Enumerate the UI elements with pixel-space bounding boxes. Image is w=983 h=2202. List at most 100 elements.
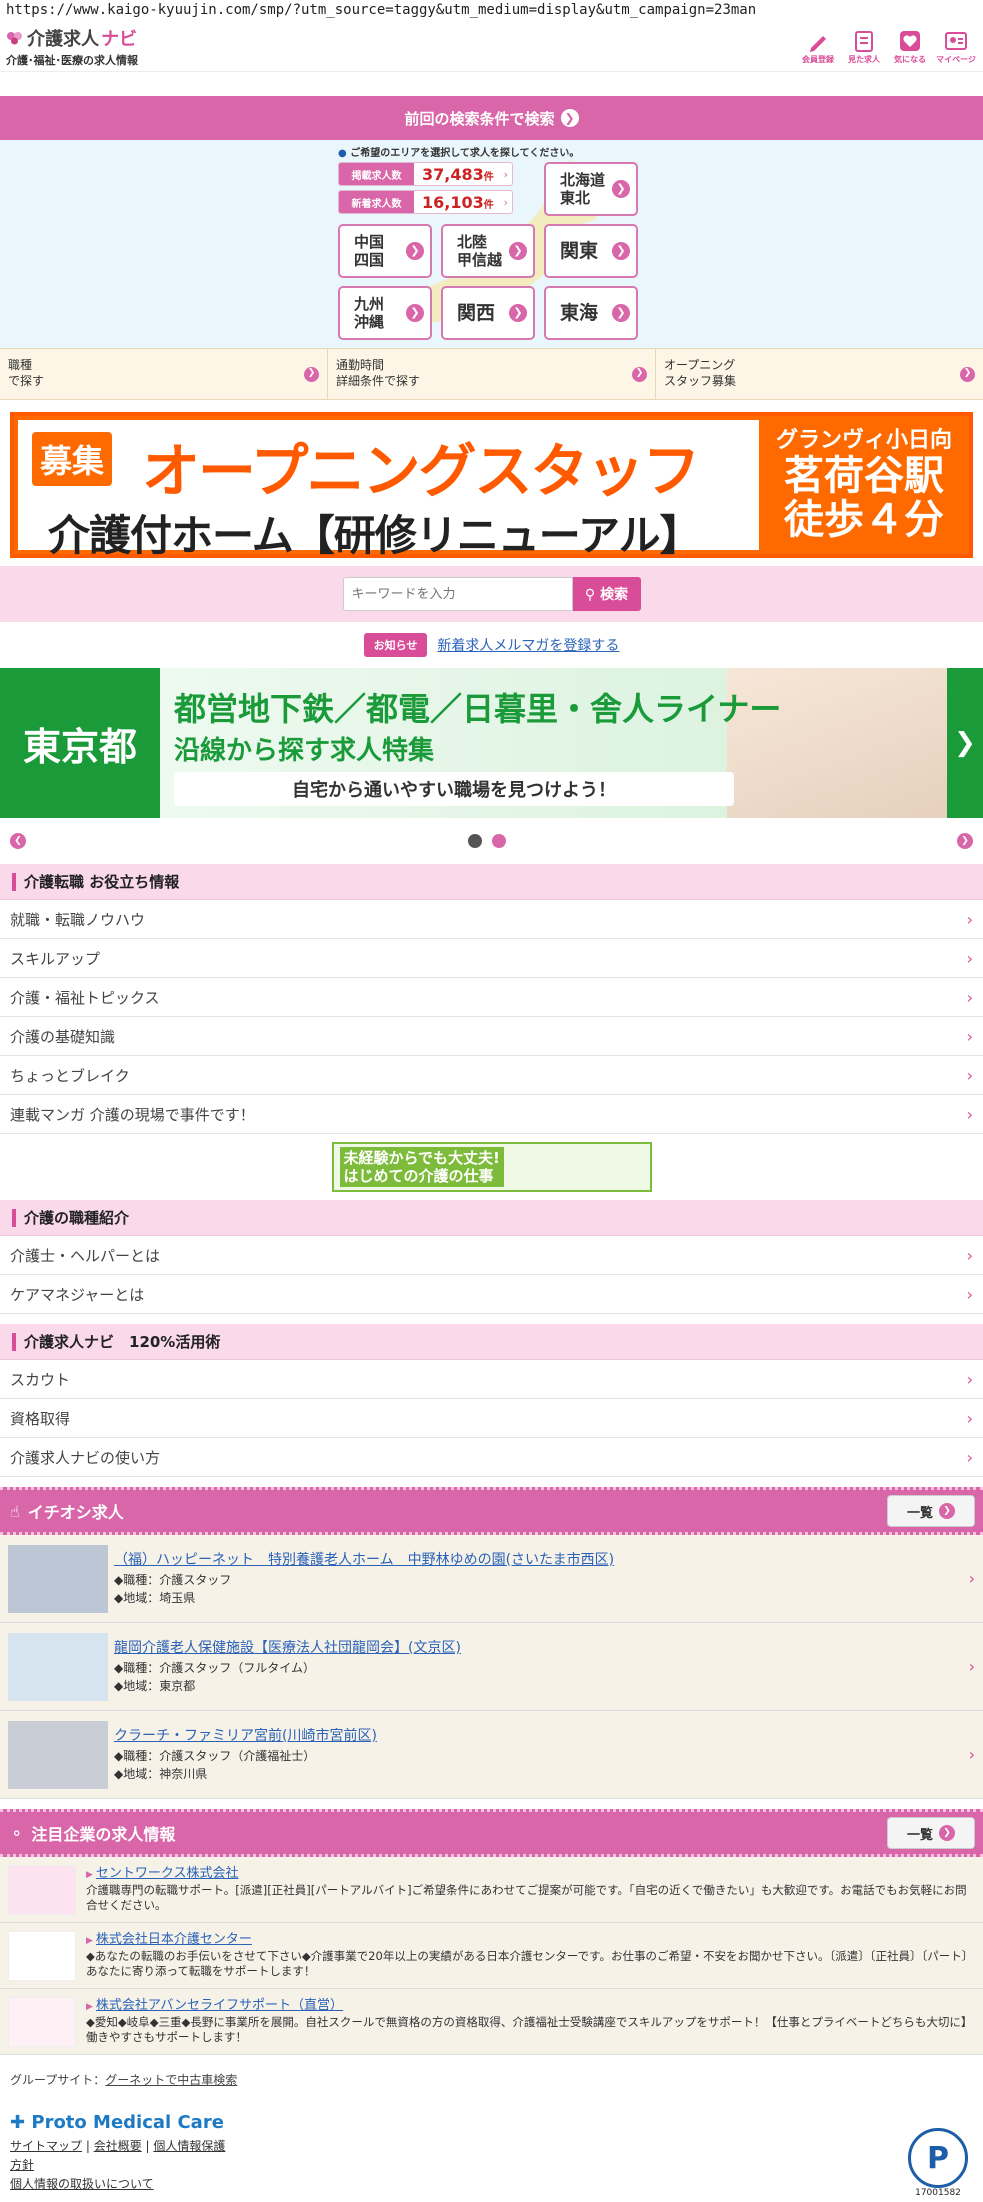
nav-history[interactable]: 見た求人 bbox=[843, 28, 885, 65]
list-item-label: 就職・転職ノウハウ bbox=[10, 910, 146, 929]
search-by-commute[interactable]: 通勤時間 詳細条件で探す ❯ bbox=[328, 349, 656, 399]
total-count[interactable]: 掲載求人数 37,483件 › bbox=[338, 162, 513, 186]
opening-staff-banner[interactable]: 募集 オープニングスタッフ 介護付ホーム【研修リニューアル】 グランヴィ小日向 … bbox=[10, 412, 973, 560]
nav-register[interactable]: 会員登録 bbox=[797, 28, 839, 65]
footer-link-privacy[interactable]: 個人情報保護 bbox=[153, 2139, 225, 2153]
list-item[interactable]: 介護士・ヘルパーとは › bbox=[0, 1236, 983, 1275]
new-count-unit: 件 bbox=[483, 199, 494, 211]
region-chugoku-shikoku[interactable]: 中国 四国 ❯ bbox=[338, 224, 432, 278]
footer-link-personal-info[interactable]: 個人情報の取扱いについて bbox=[10, 2177, 154, 2191]
lightbulb-icon: ⚬ bbox=[10, 1823, 24, 1843]
list-item[interactable]: 介護求人ナビの使い方 › bbox=[0, 1438, 983, 1477]
region-label: 関西 bbox=[457, 301, 496, 324]
chevron-right-icon: ❯ bbox=[960, 366, 975, 382]
list-item-label: スカウト bbox=[10, 1370, 71, 1389]
company-item[interactable]: 株式会社日本介護センター ◆あなたの転職のお手伝いをさせて下さい◆介護事業で20… bbox=[0, 1923, 983, 1989]
keyword-search: ⚲ 検索 bbox=[0, 566, 983, 622]
company-logo bbox=[8, 1931, 76, 1981]
job-counts: 掲載求人数 37,483件 › 新着求人数 16,103件 › bbox=[338, 162, 513, 218]
chevron-right-icon: › bbox=[966, 1408, 973, 1428]
search-by-jobtype[interactable]: 職種 で探す ❯ bbox=[0, 349, 328, 399]
search-opening-staff[interactable]: オープニング スタッフ募集 ❯ bbox=[656, 349, 983, 399]
previous-search-button[interactable]: 前回の検索条件で検索 ❯ bbox=[0, 96, 983, 140]
job-area: ◆地域：神奈川県 bbox=[114, 1766, 208, 1781]
featured-job[interactable]: クラーチ・ファミリア宮前(川崎市宮前区) ◆職種：介護スタッフ（介護福祉士） ◆… bbox=[0, 1711, 983, 1799]
footer-link-policy[interactable]: 方針 bbox=[10, 2158, 34, 2172]
region-hokkaido-tohoku[interactable]: 北海道 東北 ❯ bbox=[544, 162, 638, 216]
more-label: 一覧 bbox=[906, 1505, 933, 1521]
notice-badge: お知らせ bbox=[363, 633, 428, 657]
footer-link-sitemap[interactable]: サイトマップ bbox=[10, 2139, 82, 2153]
featured-job[interactable]: 龍岡介護老人保健施設【医療法人社団龍岡会】(文京区) ◆職種：介護スタッフ（フル… bbox=[0, 1623, 983, 1711]
carousel-prev-icon[interactable]: ❮ bbox=[10, 833, 26, 849]
list-item[interactable]: 介護・福祉トピックス › bbox=[0, 978, 983, 1017]
job-title[interactable]: クラーチ・ファミリア宮前(川崎市宮前区) bbox=[114, 1726, 963, 1746]
job-title[interactable]: 龍岡介護老人保健施設【医療法人社団龍岡会】(文京区) bbox=[114, 1638, 963, 1658]
chevron-right-icon: ❯ bbox=[509, 304, 527, 322]
site-logo[interactable]: 介護求人 ナビ 介護･福祉･医療の求人情報 bbox=[6, 25, 138, 68]
list-item-label: 連載マンガ 介護の現場で事件です！ bbox=[10, 1105, 255, 1124]
new-count[interactable]: 新着求人数 16,103件 › bbox=[338, 190, 513, 214]
list-item[interactable]: 介護の基礎知識 › bbox=[0, 1017, 983, 1056]
footer-link-company[interactable]: 会社概要 bbox=[94, 2139, 142, 2153]
featured-job[interactable]: （福）ハッピーネット 特別養護老人ホーム 中野林ゆめの園(さいたま市西区) ◆職… bbox=[0, 1535, 983, 1623]
company-name[interactable]: セントワークス株式会社 bbox=[86, 1865, 975, 1883]
region-kanto[interactable]: 関東 ❯ bbox=[544, 224, 638, 278]
banner-title: オープニングスタッフ bbox=[142, 437, 701, 505]
group-site-link[interactable]: グーネットで中古車検索 bbox=[105, 2073, 237, 2087]
company-item[interactable]: セントワークス株式会社 介護職専門の転職サポート。[派遣][正社員][パートアル… bbox=[0, 1857, 983, 1923]
tokyo-line-banner[interactable]: 東京都 都営地下鉄／都電／日暮里・舎人ライナー 沿線から探す求人特集 自宅から通… bbox=[0, 668, 983, 818]
chevron-right-icon: ❯ bbox=[612, 242, 630, 260]
job-title[interactable]: （福）ハッピーネット 特別養護老人ホーム 中野林ゆめの園(さいたま市西区) bbox=[114, 1550, 963, 1570]
search-links: 職種 で探す ❯ 通勤時間 詳細条件で探す ❯ オープニング スタッフ募集 ❯ bbox=[0, 348, 983, 400]
company-item[interactable]: 株式会社アバンセライフサポート（直営） ◆愛知◆岐阜◆三重◆長野に事業所を展開。… bbox=[0, 1989, 983, 2055]
region-label: 北陸 甲信越 bbox=[457, 233, 503, 269]
pointer-icon: ☝ bbox=[10, 1501, 20, 1521]
region-kansai[interactable]: 関西 ❯ bbox=[441, 286, 535, 340]
search-icon: ⚲ bbox=[584, 587, 596, 603]
region-label: 九州 沖縄 bbox=[354, 295, 385, 331]
job-area: ◆地域：埼玉県 bbox=[114, 1590, 196, 1605]
nav-favorite[interactable]: 気になる bbox=[889, 28, 931, 65]
carousel-next-icon[interactable]: ❯ bbox=[947, 668, 983, 818]
notice-bar: お知らせ 新着求人メルマガを登録する bbox=[0, 622, 983, 668]
keyword-input[interactable] bbox=[342, 577, 573, 611]
featured-more-button[interactable]: 一覧 ❯ bbox=[887, 1495, 975, 1527]
region-kyushu-okinawa[interactable]: 九州 沖縄 ❯ bbox=[338, 286, 432, 340]
carousel-next-icon[interactable]: ❯ bbox=[957, 833, 973, 849]
list-item[interactable]: スキルアップ › bbox=[0, 939, 983, 978]
carousel-dot[interactable] bbox=[467, 834, 482, 848]
list-item-label: 介護の基礎知識 bbox=[10, 1027, 116, 1046]
banner-station: 茗荷谷駅 bbox=[784, 453, 944, 499]
link-line2: 詳細条件で探す bbox=[336, 374, 421, 388]
list-item-label: 介護・福祉トピックス bbox=[10, 988, 160, 1007]
company-desc: 介護職専門の転職サポート。[派遣][正社員][パートアルバイト]ご希望条件にあわ… bbox=[86, 1882, 967, 1913]
nav-mypage[interactable]: マイページ bbox=[935, 28, 977, 65]
brand-logo[interactable]: ✚ Proto Medical Care bbox=[10, 2112, 973, 2133]
carousel-dot[interactable] bbox=[491, 834, 506, 848]
region-hokuriku-koshinetsu[interactable]: 北陸 甲信越 ❯ bbox=[441, 224, 535, 278]
keyword-search-button[interactable]: ⚲ 検索 bbox=[572, 577, 641, 611]
browser-url: https://www.kaigo-kyuujin.com/smp/?utm_s… bbox=[6, 2, 757, 18]
list-item[interactable]: スカウト › bbox=[0, 1360, 983, 1399]
company-name[interactable]: 株式会社日本介護センター bbox=[86, 1931, 975, 1949]
company-name[interactable]: 株式会社アバンセライフサポート（直営） bbox=[86, 1997, 975, 2015]
beginner-banner[interactable]: 未経験からでも大丈夫! はじめての介護の仕事 bbox=[0, 1134, 983, 1200]
companies-more-button[interactable]: 一覧 ❯ bbox=[887, 1817, 975, 1849]
link-line2: で探す bbox=[8, 374, 45, 388]
list-item[interactable]: 就職・転職ノウハウ › bbox=[0, 900, 983, 939]
chevron-right-icon: ❯ bbox=[632, 366, 647, 382]
list-item[interactable]: ちょっとブレイク › bbox=[0, 1056, 983, 1095]
site-header: 介護求人 ナビ 介護･福祉･医療の求人情報 会員登録 見た求人 気になる マイペー… bbox=[0, 22, 983, 72]
companies-header: ⚬ 注目企業の求人情報 一覧 ❯ bbox=[0, 1809, 983, 1857]
brand-name: Proto Medical Care bbox=[31, 2112, 224, 2133]
banner-subtitle: 介護付ホーム【研修リニューアル】 bbox=[48, 511, 702, 560]
list-item[interactable]: 連載マンガ 介護の現場で事件です！ › bbox=[0, 1095, 983, 1134]
cross-icon: ✚ bbox=[10, 2112, 26, 2133]
link-line1: オープニング bbox=[664, 358, 736, 373]
list-item[interactable]: 資格取得 › bbox=[0, 1399, 983, 1438]
region-tokai[interactable]: 東海 ❯ bbox=[544, 286, 638, 340]
newsletter-link[interactable]: 新着求人メルマガを登録する bbox=[437, 635, 619, 655]
list-item[interactable]: ケアマネジャーとは › bbox=[0, 1275, 983, 1314]
chevron-right-icon: › bbox=[968, 1569, 975, 1588]
